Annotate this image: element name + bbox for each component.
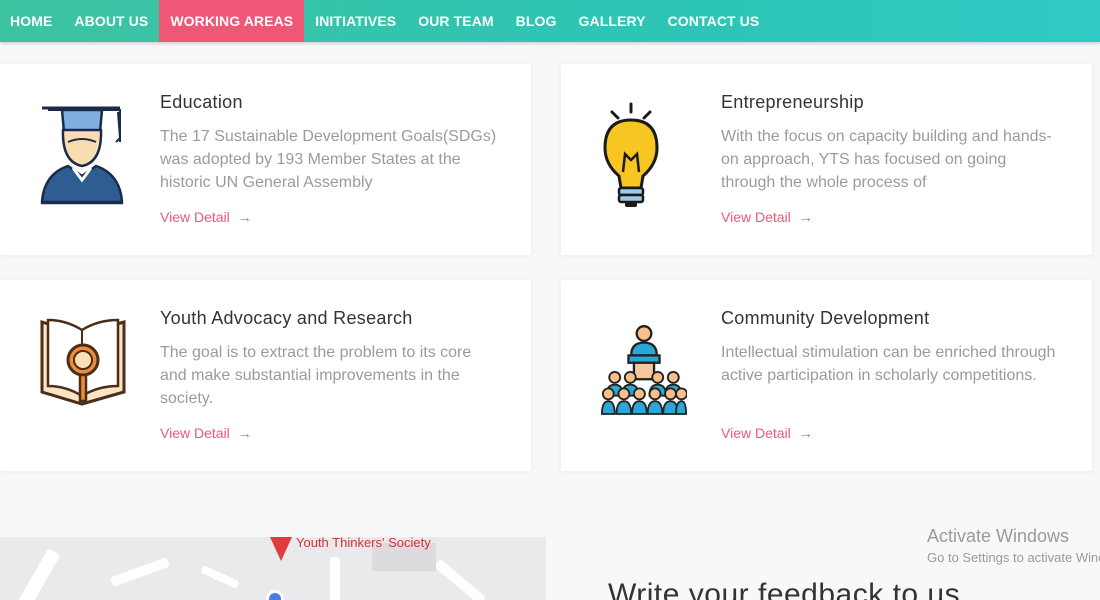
map-place-label: Youth Thinkers' Society	[296, 535, 431, 550]
map-road	[110, 557, 170, 587]
view-detail-link[interactable]: View Detail →	[160, 209, 252, 225]
map-road	[433, 558, 487, 600]
audience-speaker-icon	[600, 318, 688, 424]
watermark-heading: Activate Windows	[927, 526, 1070, 546]
arrow-right-icon: →	[798, 425, 813, 441]
nav-blog[interactable]: BLOG	[505, 0, 568, 42]
arrow-right-icon: →	[237, 425, 252, 441]
nav-gallery[interactable]: GALLERY	[568, 0, 657, 42]
card-education: Education The 17 Sustainable Development…	[0, 64, 531, 255]
card-title: Entrepreneurship	[721, 92, 864, 112]
map-road	[200, 564, 240, 590]
nav-about-us[interactable]: ABOUT US	[63, 0, 159, 42]
nav-contact-us[interactable]: CONTACT US	[657, 0, 771, 42]
view-detail-label: View Detail	[721, 425, 791, 441]
nav-initiatives[interactable]: INITIATIVES	[304, 0, 407, 42]
card-entrepreneurship: Entrepreneurship With the focus on capac…	[561, 64, 1092, 255]
card-description: The goal is to extract the problem to it…	[160, 344, 472, 407]
nav-working-areas[interactable]: WORKING AREAS	[159, 0, 305, 42]
map-pin-icon[interactable]	[270, 537, 292, 561]
card-title: Youth Advocacy and Research	[160, 308, 413, 328]
view-detail-label: View Detail	[160, 209, 230, 225]
view-detail-link[interactable]: View Detail →	[721, 209, 813, 225]
card-title: Community Development	[721, 308, 930, 328]
nav-home[interactable]: HOME	[0, 0, 63, 42]
map-road	[330, 557, 340, 600]
view-detail-label: View Detail	[160, 425, 230, 441]
view-detail-link[interactable]: View Detail →	[160, 425, 252, 441]
nav-our-team[interactable]: OUR TEAM	[407, 0, 504, 42]
card-title: Education	[160, 92, 243, 112]
view-detail-link[interactable]: View Detail →	[721, 425, 813, 441]
lightbulb-icon	[599, 102, 685, 208]
view-detail-label: View Detail	[721, 209, 791, 225]
graduate-icon	[40, 102, 126, 208]
card-description: Intellectual stimulation can be enriched…	[721, 344, 1056, 384]
card-description: The 17 Sustainable Development Goals(SDG…	[160, 128, 497, 191]
arrow-right-icon: →	[237, 209, 252, 225]
feedback-heading: Write your feedback to us	[608, 578, 961, 600]
card-description: With the focus on capacity building and …	[721, 128, 1052, 191]
watermark-subtext: Go to Settings to activate Windows.	[927, 550, 1100, 565]
activate-windows-watermark: Activate Windows Go to Settings to activ…	[927, 526, 1100, 565]
card-community-development: Community Development Intellectual stimu…	[561, 280, 1092, 471]
arrow-right-icon: →	[798, 209, 813, 225]
book-magnifier-icon	[40, 318, 126, 424]
main-navbar: HOME ABOUT US WORKING AREAS INITIATIVES …	[0, 0, 1100, 42]
card-youth-advocacy: Youth Advocacy and Research The goal is …	[0, 280, 531, 471]
map-road	[13, 548, 61, 600]
